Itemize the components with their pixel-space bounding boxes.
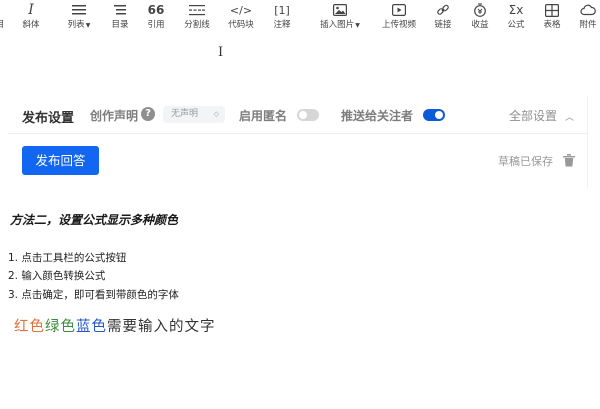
code-icon: </> (230, 0, 252, 20)
declaration-select[interactable]: 无声明 ◇ (163, 106, 225, 123)
toolbar-list[interactable]: 列表▼ (64, 0, 94, 36)
anonymous-toggle[interactable] (297, 109, 319, 121)
toolbar-label: 目录 (111, 20, 129, 30)
list-icon (72, 0, 86, 20)
declaration-select-value: 无声明 (171, 109, 199, 119)
toolbar-formula[interactable]: Σx 公式 (504, 0, 528, 36)
editor-toolbar: 目 I 斜体 列表▼ 目录 66 引用 分割线 </> 代码块 [1] 注释 插… (0, 0, 600, 36)
toolbar-divider[interactable]: 分割线 (181, 0, 213, 36)
italic-icon: I (28, 2, 34, 18)
toolbar-link[interactable]: 链接 (431, 0, 455, 36)
toolbar-label: 表格 (543, 20, 561, 30)
chevron-up-icon: ︿ (564, 113, 574, 123)
colored-text-plain: 需要输入的文字 (107, 319, 216, 335)
all-settings-link[interactable]: 全部设置 ︿ (509, 107, 574, 124)
toolbar-annotation[interactable]: [1] 注释 (270, 0, 294, 36)
toolbar-label: 插入图片 (320, 20, 355, 30)
all-settings-label: 全部设置 (508, 109, 557, 123)
toggle-knob (299, 111, 307, 119)
divider-icon (189, 0, 205, 20)
toolbar-table[interactable]: 表格 (540, 0, 564, 36)
formula-icon: Σx (509, 0, 524, 20)
toolbar-label: 分割线 (184, 20, 210, 30)
quote-glyph: 66 (147, 3, 165, 17)
income-icon (473, 0, 487, 20)
caret-down-icon: ▼ (85, 22, 91, 29)
partial-label: 目 (0, 20, 5, 30)
formula-glyph: Σx (508, 3, 524, 17)
colored-text-red: 红色 (14, 319, 45, 335)
toolbar-italic[interactable]: I 斜体 (19, 0, 43, 36)
toolbar-label: 列表 (67, 20, 85, 30)
toolbar-label: 代码块 (228, 20, 254, 30)
toolbar-label: 注释 (273, 20, 291, 30)
code-glyph: </> (229, 3, 253, 17)
toolbar-partial-item[interactable]: 目 (0, 0, 4, 36)
help-icon[interactable]: ? (141, 107, 155, 121)
annotation-icon: [1] (274, 0, 290, 20)
push-followers-toggle[interactable] (423, 109, 445, 121)
toolbar-toc[interactable]: 目录 (109, 0, 131, 36)
colored-text-green: 绿色 (45, 319, 76, 335)
video-icon (392, 0, 406, 20)
cloud-icon (580, 0, 596, 20)
text-cursor-icon: I (218, 45, 224, 60)
publish-settings-panel: 发布设置 创作声明 ? 无声明 ◇ 启用匿名 推送给关注者 全部设置 ︿ 发布回答… (8, 96, 588, 188)
toolbar-income[interactable]: 收益 (468, 0, 492, 36)
toolbar-label: 上传视频 (381, 20, 416, 30)
annotation-glyph: [1] (274, 3, 290, 17)
publish-answer-button[interactable]: 发布回答 (22, 146, 99, 175)
toolbar-label: 附件 (579, 20, 597, 30)
caret-down-icon: ▼ (355, 22, 360, 29)
publish-settings-row: 发布设置 创作声明 ? 无声明 ◇ 启用匿名 推送给关注者 全部设置 ︿ (8, 96, 588, 134)
toolbar-label: 斜体 (22, 20, 40, 30)
list-item: 2. 输入颜色转换公式 (8, 270, 106, 282)
image-icon (333, 0, 347, 20)
toolbar-label: 公式 (507, 20, 525, 30)
toolbar-code[interactable]: </> 代码块 (225, 0, 257, 36)
push-followers-label: 推送给关注者 (341, 109, 414, 123)
list-item: 3. 点击确定，即可看到带颜色的字体 (8, 289, 179, 301)
toggle-knob (435, 111, 443, 119)
list-item: 1. 点击工具栏的公式按钮 (8, 252, 127, 264)
toolbar-label: 链接 (434, 20, 452, 30)
quote-icon: 66 (148, 0, 165, 20)
toolbar-upload-video[interactable]: 上传视频 (380, 0, 418, 36)
method-heading: 方法二，设置公式显示多种颜色 (10, 213, 179, 227)
declaration-label: 创作声明 (90, 109, 139, 123)
select-arrows-icon: ◇ (213, 110, 219, 118)
toolbar-insert-image[interactable]: 插入图片▼ (318, 0, 362, 36)
toolbar-label: 收益 (471, 20, 489, 30)
table-icon (545, 0, 559, 20)
colored-text-blue: 蓝色 (76, 319, 107, 335)
publish-settings-title: 发布设置 (22, 111, 75, 126)
toolbar-quote[interactable]: 66 引用 (144, 0, 168, 36)
toolbar-label: 引用 (147, 20, 165, 30)
trash-icon[interactable] (563, 152, 575, 171)
draft-status: 草稿已保存 (498, 155, 553, 168)
colored-text-line: 红色绿色蓝色需要输入的文字 (14, 315, 216, 336)
toolbar-attachment[interactable]: 附件 (576, 0, 600, 36)
toc-icon (114, 0, 126, 20)
partial-icon (0, 0, 2, 20)
anonymous-label: 启用匿名 (239, 109, 288, 123)
link-icon (436, 0, 450, 20)
